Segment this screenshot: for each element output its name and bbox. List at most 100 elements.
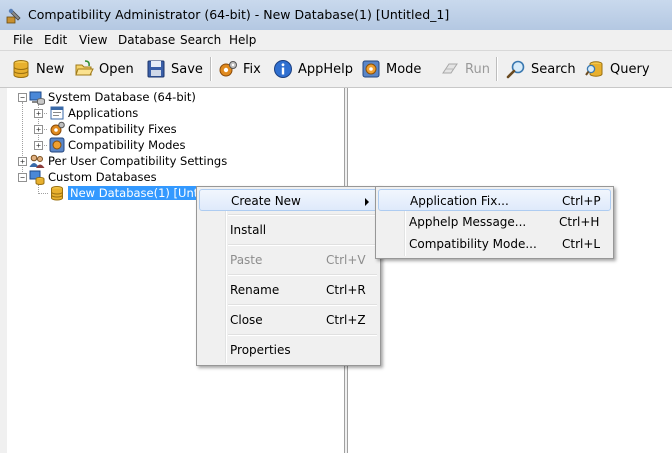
menu-item-label: Install: [230, 223, 267, 237]
expand-toggle[interactable]: +: [34, 141, 43, 150]
tree-label: Applications: [68, 106, 139, 120]
toolbar: New Open Save Fix AppHelp Mode Run Searc…: [0, 51, 672, 88]
mode-button[interactable]: Mode: [361, 57, 421, 81]
tree-label: Compatibility Fixes: [68, 122, 177, 136]
menu-separator: [228, 274, 377, 276]
query-button-label: Query: [610, 61, 650, 77]
menu-item-label: Compatibility Mode...: [409, 237, 537, 251]
run-button-label: Run: [465, 61, 490, 77]
toolbar-separator: [496, 57, 498, 81]
fixes-gear-icon: [50, 121, 65, 136]
details-pane: [348, 88, 672, 453]
menu-separator: [228, 214, 377, 216]
tree-label: Per User Compatibility Settings: [48, 154, 228, 168]
system-database-icon: [29, 91, 45, 105]
menu-edit[interactable]: Edit: [44, 33, 67, 47]
new-button[interactable]: New: [11, 57, 64, 81]
create-new-menu-item[interactable]: Create New: [199, 189, 378, 211]
title-bar: Compatibility Administrator (64-bit) - N…: [0, 0, 672, 30]
open-button-label: Open: [99, 61, 134, 77]
search-button-label: Search: [531, 61, 576, 77]
save-button[interactable]: Save: [146, 57, 203, 81]
tree-item-compatibility-modes[interactable]: Compatibility Modes: [49, 137, 186, 153]
shortcut-label: Ctrl+Z: [326, 313, 366, 327]
menu-file[interactable]: File: [13, 33, 33, 47]
window-left-edge: [0, 88, 7, 453]
menu-bar: File Edit View Database Search Help: [0, 30, 672, 51]
fix-button-label: Fix: [243, 61, 261, 77]
save-button-label: Save: [171, 61, 203, 77]
menu-view[interactable]: View: [79, 33, 107, 47]
fix-button[interactable]: Fix: [218, 57, 261, 81]
info-icon: [274, 60, 292, 78]
apphelp-button-label: AppHelp: [298, 61, 354, 77]
run-button[interactable]: Run: [440, 57, 490, 81]
shortcut-label: Ctrl+L: [562, 237, 601, 251]
open-button[interactable]: Open: [74, 57, 134, 81]
toolbar-separator: [210, 57, 212, 81]
tree-item-system-database[interactable]: System Database (64-bit): [29, 89, 196, 105]
open-folder-icon: [75, 60, 94, 76]
menu-item-label: Application Fix...: [410, 194, 509, 208]
new-button-label: New: [36, 61, 65, 77]
close-menu-item[interactable]: Close Ctrl+Z: [199, 309, 378, 331]
database-icon: [51, 186, 63, 201]
run-icon: [442, 63, 458, 74]
modes-icon: [49, 137, 65, 153]
collapse-toggle[interactable]: −: [18, 173, 27, 182]
query-button[interactable]: Query: [585, 57, 650, 81]
compatibility-admin-icon: [6, 8, 21, 24]
properties-menu-item[interactable]: Properties: [199, 339, 378, 361]
new-database-icon: [13, 60, 29, 78]
fix-gears-icon: [219, 61, 237, 77]
mode-icon: [362, 60, 380, 78]
application-fix-menu-item[interactable]: Application Fix... Ctrl+P: [378, 189, 611, 211]
paste-menu-item[interactable]: Paste Ctrl+V: [199, 249, 378, 271]
apphelp-message-menu-item[interactable]: Apphelp Message... Ctrl+H: [378, 211, 611, 233]
compatibility-mode-menu-item[interactable]: Compatibility Mode... Ctrl+L: [378, 233, 611, 255]
applications-icon: [50, 106, 64, 120]
menu-item-label: Close: [230, 313, 263, 327]
window-title: Compatibility Administrator (64-bit) - N…: [28, 7, 450, 22]
menu-separator: [228, 244, 377, 246]
search-icon: [506, 60, 525, 79]
install-menu-item[interactable]: Install: [199, 219, 378, 241]
menu-item-label: Apphelp Message...: [409, 215, 527, 229]
menu-item-label: Rename: [230, 283, 280, 297]
submenu-arrow-icon: [365, 198, 369, 206]
shortcut-label: Ctrl+R: [326, 283, 366, 297]
tree-item-per-user-settings[interactable]: Per User Compatibility Settings: [29, 153, 227, 169]
tree-item-custom-databases[interactable]: Custom Databases: [29, 169, 157, 185]
create-new-submenu: Application Fix... Ctrl+P Apphelp Messag…: [375, 186, 614, 259]
shortcut-label: Ctrl+V: [326, 253, 366, 267]
tree-label: System Database (64-bit): [48, 90, 196, 104]
menu-item-label: Properties: [230, 343, 291, 357]
menu-help[interactable]: Help: [229, 33, 256, 47]
menu-item-label: Create New: [231, 194, 301, 208]
expand-toggle[interactable]: +: [18, 157, 27, 166]
collapse-toggle[interactable]: −: [18, 93, 27, 102]
shortcut-label: Ctrl+P: [562, 194, 601, 208]
search-button[interactable]: Search: [506, 57, 576, 81]
menu-search[interactable]: Search: [180, 33, 221, 47]
menu-database[interactable]: Database: [118, 33, 175, 47]
menu-gutter: [225, 189, 227, 363]
custom-databases-icon: [29, 170, 45, 185]
tree-line: [38, 193, 48, 194]
context-menu: Create New Install Paste Ctrl+V Rename C…: [196, 186, 381, 366]
shortcut-label: Ctrl+H: [559, 215, 600, 229]
tree-item-applications[interactable]: Applications: [49, 105, 138, 121]
save-disk-icon: [147, 60, 165, 78]
expand-toggle[interactable]: +: [34, 125, 43, 134]
apphelp-button[interactable]: AppHelp: [273, 57, 353, 81]
tree-label: Compatibility Modes: [68, 138, 186, 152]
query-database-icon: [585, 61, 603, 77]
menu-item-label: Paste: [230, 253, 263, 267]
users-icon: [29, 154, 45, 168]
menu-separator: [228, 334, 377, 336]
tree-item-compatibility-fixes[interactable]: Compatibility Fixes: [49, 121, 177, 137]
rename-menu-item[interactable]: Rename Ctrl+R: [199, 279, 378, 301]
tree-label: Custom Databases: [48, 170, 157, 184]
expand-toggle[interactable]: +: [34, 109, 43, 118]
mode-button-label: Mode: [386, 61, 422, 77]
